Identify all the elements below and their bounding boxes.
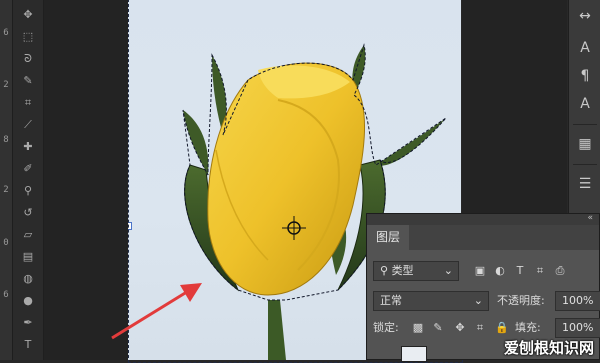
watermark-text: 爱刨根知识网 — [503, 339, 594, 357]
panel-tabs: 图层 — [367, 225, 599, 250]
image-filter-icon[interactable]: ▣ — [473, 264, 487, 278]
ruler-number: 6 — [3, 290, 9, 300]
eyedropper-tool-icon[interactable]: ⟋ — [19, 118, 37, 132]
divider — [573, 164, 597, 165]
adjustment-filter-icon[interactable]: ◐ — [493, 264, 507, 278]
character-panel-icon[interactable]: A — [577, 40, 593, 56]
lasso-tool-icon[interactable]: ᘐ — [19, 52, 37, 66]
adjustments-panel-icon[interactable]: ☰ — [577, 176, 593, 192]
type-tool-icon[interactable]: T — [19, 338, 37, 352]
tab-layers[interactable]: 图层 — [367, 225, 410, 250]
layer-filter-select[interactable]: ⚲ 类型 ⌄ — [373, 261, 459, 281]
smart-object-filter-icon[interactable]: ⎙ — [553, 264, 567, 278]
stamp-tool-icon[interactable]: ⚲ — [19, 184, 37, 198]
gradient-tool-icon[interactable]: ▤ — [19, 250, 37, 264]
lock-label: 锁定: — [373, 321, 399, 334]
brush-tool-icon[interactable]: ✐ — [19, 162, 37, 176]
paragraph-panel-icon[interactable]: ¶ — [577, 68, 593, 84]
ruler-number: 8 — [3, 135, 9, 145]
character-panel-icon[interactable]: ↔ — [577, 8, 593, 24]
type-filter-icon[interactable]: T — [513, 264, 527, 278]
blur-tool-icon[interactable]: ◍ — [19, 272, 37, 286]
pen-tool-icon[interactable]: ✒ — [19, 316, 37, 330]
ruler-number: 2 — [3, 80, 9, 90]
chevron-down-icon: ⌄ — [443, 264, 453, 277]
ruler-number: 0 — [3, 238, 9, 248]
dodge-tool-icon[interactable]: ● — [19, 294, 37, 308]
ruler-number: 6 — [3, 28, 9, 38]
lock-position-icon[interactable]: ✥ — [453, 321, 467, 335]
character-styles-icon[interactable]: A — [577, 96, 593, 112]
opacity-label: 不透明度: — [497, 294, 545, 307]
lock-transparent-icon[interactable]: ▩ — [411, 321, 425, 335]
chevron-down-icon: ⌄ — [473, 294, 483, 307]
healing-tool-icon[interactable]: ✚ — [19, 140, 37, 154]
opacity-field[interactable]: 100% — [555, 291, 600, 311]
lock-all-icon[interactable]: 🔒 — [495, 321, 509, 335]
shape-filter-icon[interactable]: ⌗ — [533, 264, 547, 278]
move-tool-icon[interactable]: ✥ — [19, 8, 37, 22]
blend-mode-select[interactable]: 正常 ⌄ — [373, 291, 489, 311]
pasteboard-left — [44, 0, 128, 360]
fill-field[interactable]: 100% — [555, 318, 600, 338]
search-icon: ⚲ — [380, 264, 389, 277]
history-brush-tool-icon[interactable]: ↺ — [19, 206, 37, 220]
fill-label: 填充: — [515, 321, 541, 334]
eraser-tool-icon[interactable]: ▱ — [19, 228, 37, 242]
vertical-ruler: 6 2 8 2 0 6 — [0, 0, 13, 360]
quick-select-tool-icon[interactable]: ✎ — [19, 74, 37, 88]
divider — [573, 124, 597, 125]
filter-type-label: 类型 — [391, 264, 414, 277]
panel-header: « — [367, 213, 599, 225]
marquee-tool-icon[interactable]: ⬚ — [19, 30, 37, 44]
crop-tool-icon[interactable]: ⌗ — [19, 96, 37, 110]
lock-image-icon[interactable]: ✎ — [431, 321, 445, 335]
blend-mode-value: 正常 — [380, 294, 402, 307]
transform-handle[interactable] — [128, 222, 132, 230]
tools-panel: ✥ ⬚ ᘐ ✎ ⌗ ⟋ ✚ ✐ ⚲ ↺ ▱ ▤ ◍ ● ✒ T — [13, 0, 44, 360]
properties-panel-icon[interactable]: ▦ — [577, 136, 593, 152]
collapse-icon[interactable]: « — [587, 213, 593, 223]
ruler-number: 2 — [3, 185, 9, 195]
lock-artboard-icon[interactable]: ⌗ — [473, 321, 487, 335]
